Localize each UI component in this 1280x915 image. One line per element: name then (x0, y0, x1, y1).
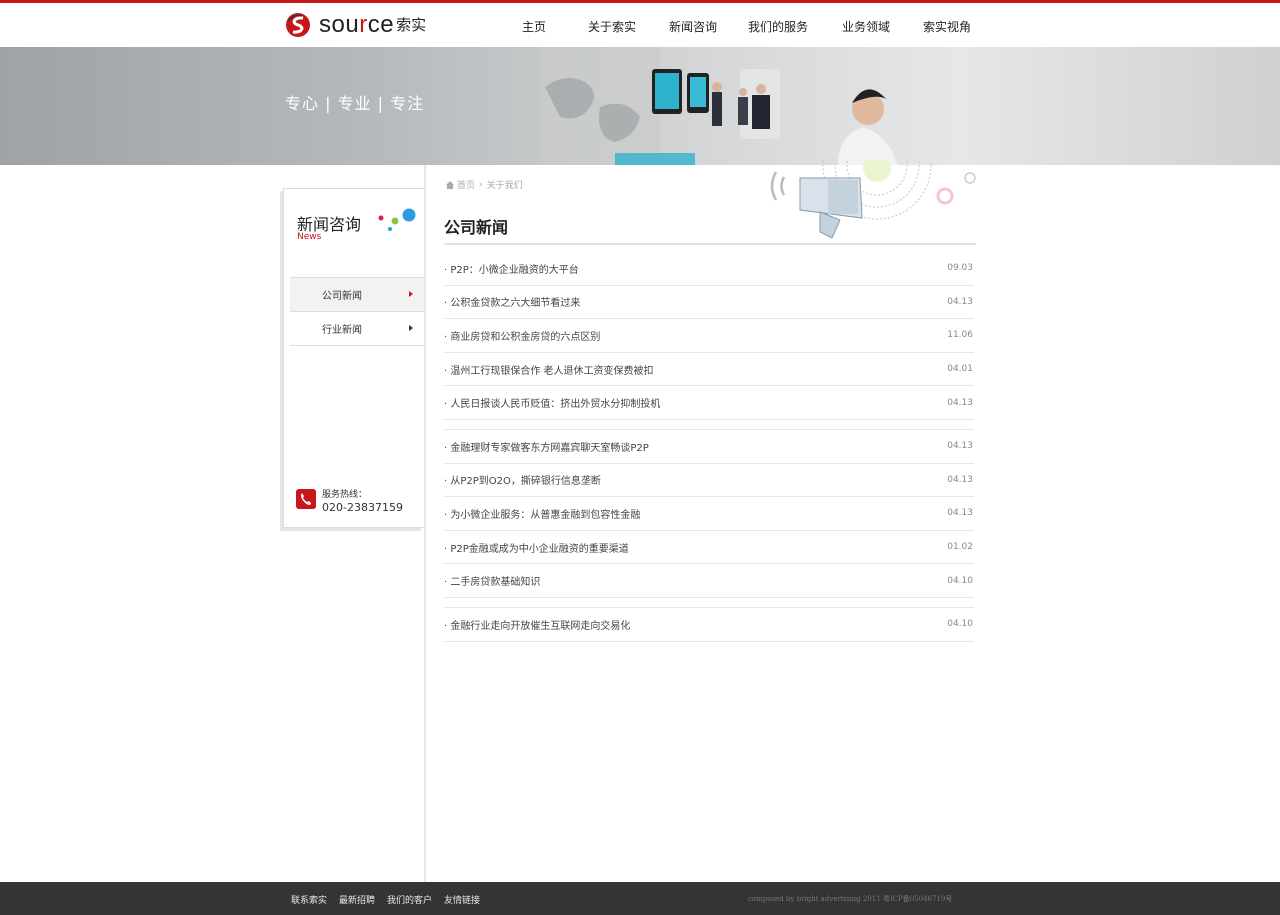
news-date: 09.03 (947, 263, 973, 274)
news-list-item[interactable]: · 人民日报谈人民币贬值：挤出外贸水分抑制投机 04.13 (444, 386, 974, 420)
nav-item-services[interactable]: 我们的服务 (738, 18, 818, 35)
news-title-link[interactable]: · 商业房贷和公积金房贷的六点区别 (444, 328, 600, 343)
news-list: · P2P：小微企业融资的大平台 09.03 · 公积金贷款之六大细节看过来 0… (444, 252, 974, 642)
news-date: 11.06 (947, 330, 973, 341)
service-hotline: 服务热线： 020-23837159 (296, 489, 403, 515)
news-date: 04.13 (947, 296, 973, 307)
news-list-item[interactable]: · 温州工行现银保合作 老人退休工资变保费被扣 04.01 (444, 353, 974, 387)
phone-icon (296, 489, 316, 509)
chevron-right-icon: › (479, 179, 483, 190)
footer-link-friends[interactable]: 友情链接 (444, 893, 480, 906)
page-title: 公司新闻 (444, 218, 509, 237)
news-list-item[interactable]: · 为小微企业服务：从普惠金融到包容性金融 04.13 (444, 497, 974, 531)
news-date: 04.13 (947, 397, 973, 408)
hotline-number: 020-23837159 (322, 501, 403, 514)
footer-link-contact[interactable]: 联系索实 (291, 893, 327, 906)
chevron-right-icon (409, 291, 413, 297)
nav-item-about[interactable]: 关于索实 (578, 18, 646, 35)
logo-chinese-name: 索实 (396, 16, 427, 34)
news-date: 04.01 (947, 364, 973, 375)
sidebar-item-industry-news[interactable]: 行业新闻 (290, 312, 425, 346)
news-title-link[interactable]: · 金融行业走向开放催生互联网走向交易化 (444, 617, 630, 632)
logo-wordmark: source (319, 11, 395, 38)
news-date: 04.10 (947, 575, 973, 586)
breadcrumb-home-link[interactable]: 首页 (457, 178, 475, 191)
news-title-link[interactable]: · P2P：小微企业融资的大平台 (444, 261, 579, 276)
sidebar-subtitle: News (297, 232, 322, 242)
banner-slogan: 专心 | 专业 | 专注 (285, 94, 425, 113)
logo-icon (286, 13, 310, 37)
sidebar-item-company-news[interactable]: 公司新闻 (290, 278, 425, 312)
footer-copyright: composed by bright advertising 2011 粤ICP… (748, 895, 953, 903)
news-list-item[interactable]: · 从P2P到O2O，撕碎银行信息垄断 04.13 (444, 464, 974, 498)
nav-item-home[interactable]: 主页 (496, 18, 572, 35)
news-title-link[interactable]: · 温州工行现银保合作 老人退休工资变保费被扣 (444, 362, 654, 377)
nav-item-business[interactable]: 业务领域 (832, 18, 900, 35)
main-nav: 主页 关于索实 新闻咨询 我们的服务 业务领域 索实视角 (496, 18, 982, 35)
site-logo[interactable]: source 索实 (285, 11, 426, 39)
title-divider (444, 243, 976, 245)
news-date: 01.02 (947, 542, 973, 553)
news-date: 04.10 (947, 619, 973, 630)
chevron-right-icon (409, 325, 413, 331)
breadcrumb-current: 关于我们 (486, 181, 523, 191)
sidebar-menu: 公司新闻 行业新闻 (290, 277, 425, 346)
news-date: 04.13 (947, 474, 973, 485)
news-title-link[interactable]: · 金融理财专家做客东方网嘉宾聊天室畅谈P2P (444, 439, 649, 454)
news-title-link[interactable]: · 公积金贷款之六大细节看过来 (444, 294, 580, 309)
megaphone-illustration (770, 160, 976, 239)
site-footer: 联系索实 最新招聘 我们的客户 友情链接 composed by bright … (0, 882, 1280, 915)
news-list-item[interactable]: · 公积金贷款之六大细节看过来 04.13 (444, 286, 974, 320)
news-title-link[interactable]: · P2P金融或成为中小企业融资的重要渠道 (444, 540, 629, 555)
list-separator (444, 598, 974, 608)
news-title-link[interactable]: · 二手房贷款基础知识 (444, 573, 540, 588)
site-header: source 索实 主页 关于索实 新闻咨询 我们的服务 业务领域 索实视角 (0, 3, 1280, 47)
news-date: 04.13 (947, 441, 973, 452)
breadcrumb: 首页 › 关于我们 (446, 178, 523, 191)
news-title-link[interactable]: · 从P2P到O2O，撕碎银行信息垄断 (444, 472, 601, 487)
news-title-link[interactable]: · 人民日报谈人民币贬值：挤出外贸水分抑制投机 (444, 395, 660, 410)
news-list-item[interactable]: · P2P金融或成为中小企业融资的重要渠道 01.02 (444, 531, 974, 565)
banner-artwork (540, 47, 898, 165)
decorative-dots-icon (378, 208, 416, 231)
sidebar-item-label: 行业新闻 (322, 325, 362, 336)
news-list-item[interactable]: · 金融理财专家做客东方网嘉宾聊天室畅谈P2P 04.13 (444, 430, 974, 464)
home-icon (446, 180, 454, 189)
nav-item-news[interactable]: 新闻咨询 (658, 18, 728, 35)
left-sidebar: 新闻咨询 News 公司新闻 行业新闻 服务热线： 020-23837159 (283, 188, 425, 528)
nav-item-perspective[interactable]: 索实视角 (912, 18, 982, 35)
footer-links: 联系索实 最新招聘 我们的客户 友情链接 (291, 893, 492, 906)
news-list-item[interactable]: · P2P：小微企业融资的大平台 09.03 (444, 252, 974, 286)
news-title-link[interactable]: · 为小微企业服务：从普惠金融到包容性金融 (444, 506, 640, 521)
footer-link-careers[interactable]: 最新招聘 (339, 893, 375, 906)
news-date: 04.13 (947, 508, 973, 519)
news-list-item[interactable]: · 商业房贷和公积金房贷的六点区别 11.06 (444, 319, 974, 353)
list-separator (444, 420, 974, 430)
footer-link-clients[interactable]: 我们的客户 (387, 893, 432, 906)
hero-banner: 专心 | 专业 | 专注 (0, 47, 1280, 165)
sidebar-item-label: 公司新闻 (322, 291, 362, 302)
content-divider (424, 165, 426, 882)
news-list-item[interactable]: · 二手房贷款基础知识 04.10 (444, 564, 974, 598)
hotline-label: 服务热线： (322, 490, 368, 500)
news-list-item[interactable]: · 金融行业走向开放催生互联网走向交易化 04.10 (444, 608, 974, 642)
